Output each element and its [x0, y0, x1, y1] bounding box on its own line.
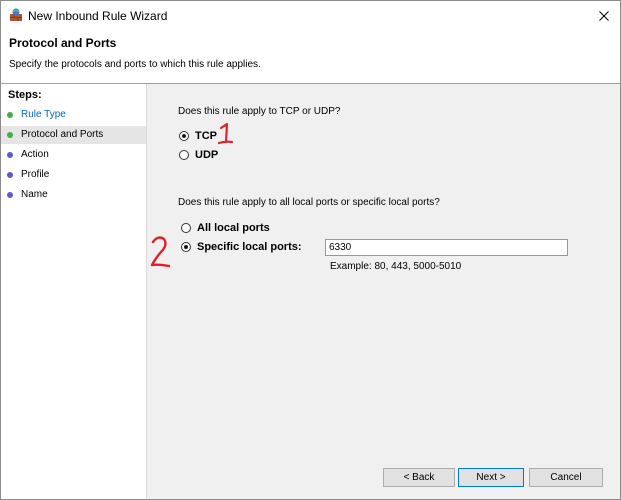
- ports-question: Does this rule apply to all local ports …: [178, 197, 440, 208]
- all-ports-radio[interactable]: [181, 223, 191, 233]
- udp-label: UDP: [195, 149, 219, 161]
- step-label: Name: [21, 189, 48, 200]
- step-protocol-and-ports[interactable]: Protocol and Ports: [1, 126, 146, 144]
- udp-radio-option[interactable]: UDP: [179, 148, 218, 162]
- annotation-mark-1: [217, 122, 234, 145]
- udp-radio[interactable]: [179, 150, 189, 160]
- next-button[interactable]: Next >: [458, 468, 524, 487]
- step-status-icon: [7, 152, 13, 158]
- port-example-text: Example: 80, 443, 5000-5010: [330, 261, 462, 272]
- tcp-label: TCP: [195, 130, 217, 142]
- page-title: Protocol and Ports: [9, 36, 117, 50]
- step-status-icon: [7, 172, 13, 178]
- page-subtitle: Specify the protocols and ports to which…: [9, 59, 261, 70]
- steps-label: Steps:: [8, 89, 42, 101]
- specific-ports-label: Specific local ports:: [197, 241, 302, 253]
- cancel-button[interactable]: Cancel: [529, 468, 603, 487]
- firewall-icon: [10, 8, 22, 21]
- specific-ports-input[interactable]: [325, 239, 568, 256]
- step-action[interactable]: Action: [1, 146, 146, 164]
- tcp-radio-option[interactable]: TCP: [179, 129, 217, 143]
- step-name[interactable]: Name: [1, 186, 146, 204]
- step-label: Protocol and Ports: [21, 129, 104, 140]
- step-label: Rule Type: [21, 109, 66, 120]
- all-ports-label: All local ports: [197, 222, 270, 234]
- protocol-question: Does this rule apply to TCP or UDP?: [178, 106, 341, 117]
- specific-ports-radio-option[interactable]: Specific local ports:: [181, 240, 302, 254]
- back-button[interactable]: < Back: [383, 468, 455, 487]
- step-label: Action: [21, 149, 49, 160]
- steps-sidebar: Steps: Rule Type Protocol and Ports Acti…: [1, 84, 147, 499]
- wizard-window: New Inbound Rule Wizard Protocol and Por…: [0, 0, 621, 500]
- specific-ports-radio[interactable]: [181, 242, 191, 252]
- step-status-icon: [7, 112, 13, 118]
- step-status-icon: [7, 132, 13, 138]
- step-rule-type[interactable]: Rule Type: [1, 106, 146, 124]
- close-icon: [599, 11, 609, 21]
- title-bar: New Inbound Rule Wizard: [1, 1, 620, 31]
- wizard-header: Protocol and Ports Specify the protocols…: [1, 31, 620, 84]
- close-button[interactable]: [588, 1, 620, 31]
- step-profile[interactable]: Profile: [1, 166, 146, 184]
- step-status-icon: [7, 192, 13, 198]
- window-title: New Inbound Rule Wizard: [28, 9, 168, 23]
- annotation-mark-2: [150, 236, 171, 268]
- tcp-radio[interactable]: [179, 131, 189, 141]
- step-label: Profile: [21, 169, 50, 180]
- all-ports-radio-option[interactable]: All local ports: [181, 221, 270, 235]
